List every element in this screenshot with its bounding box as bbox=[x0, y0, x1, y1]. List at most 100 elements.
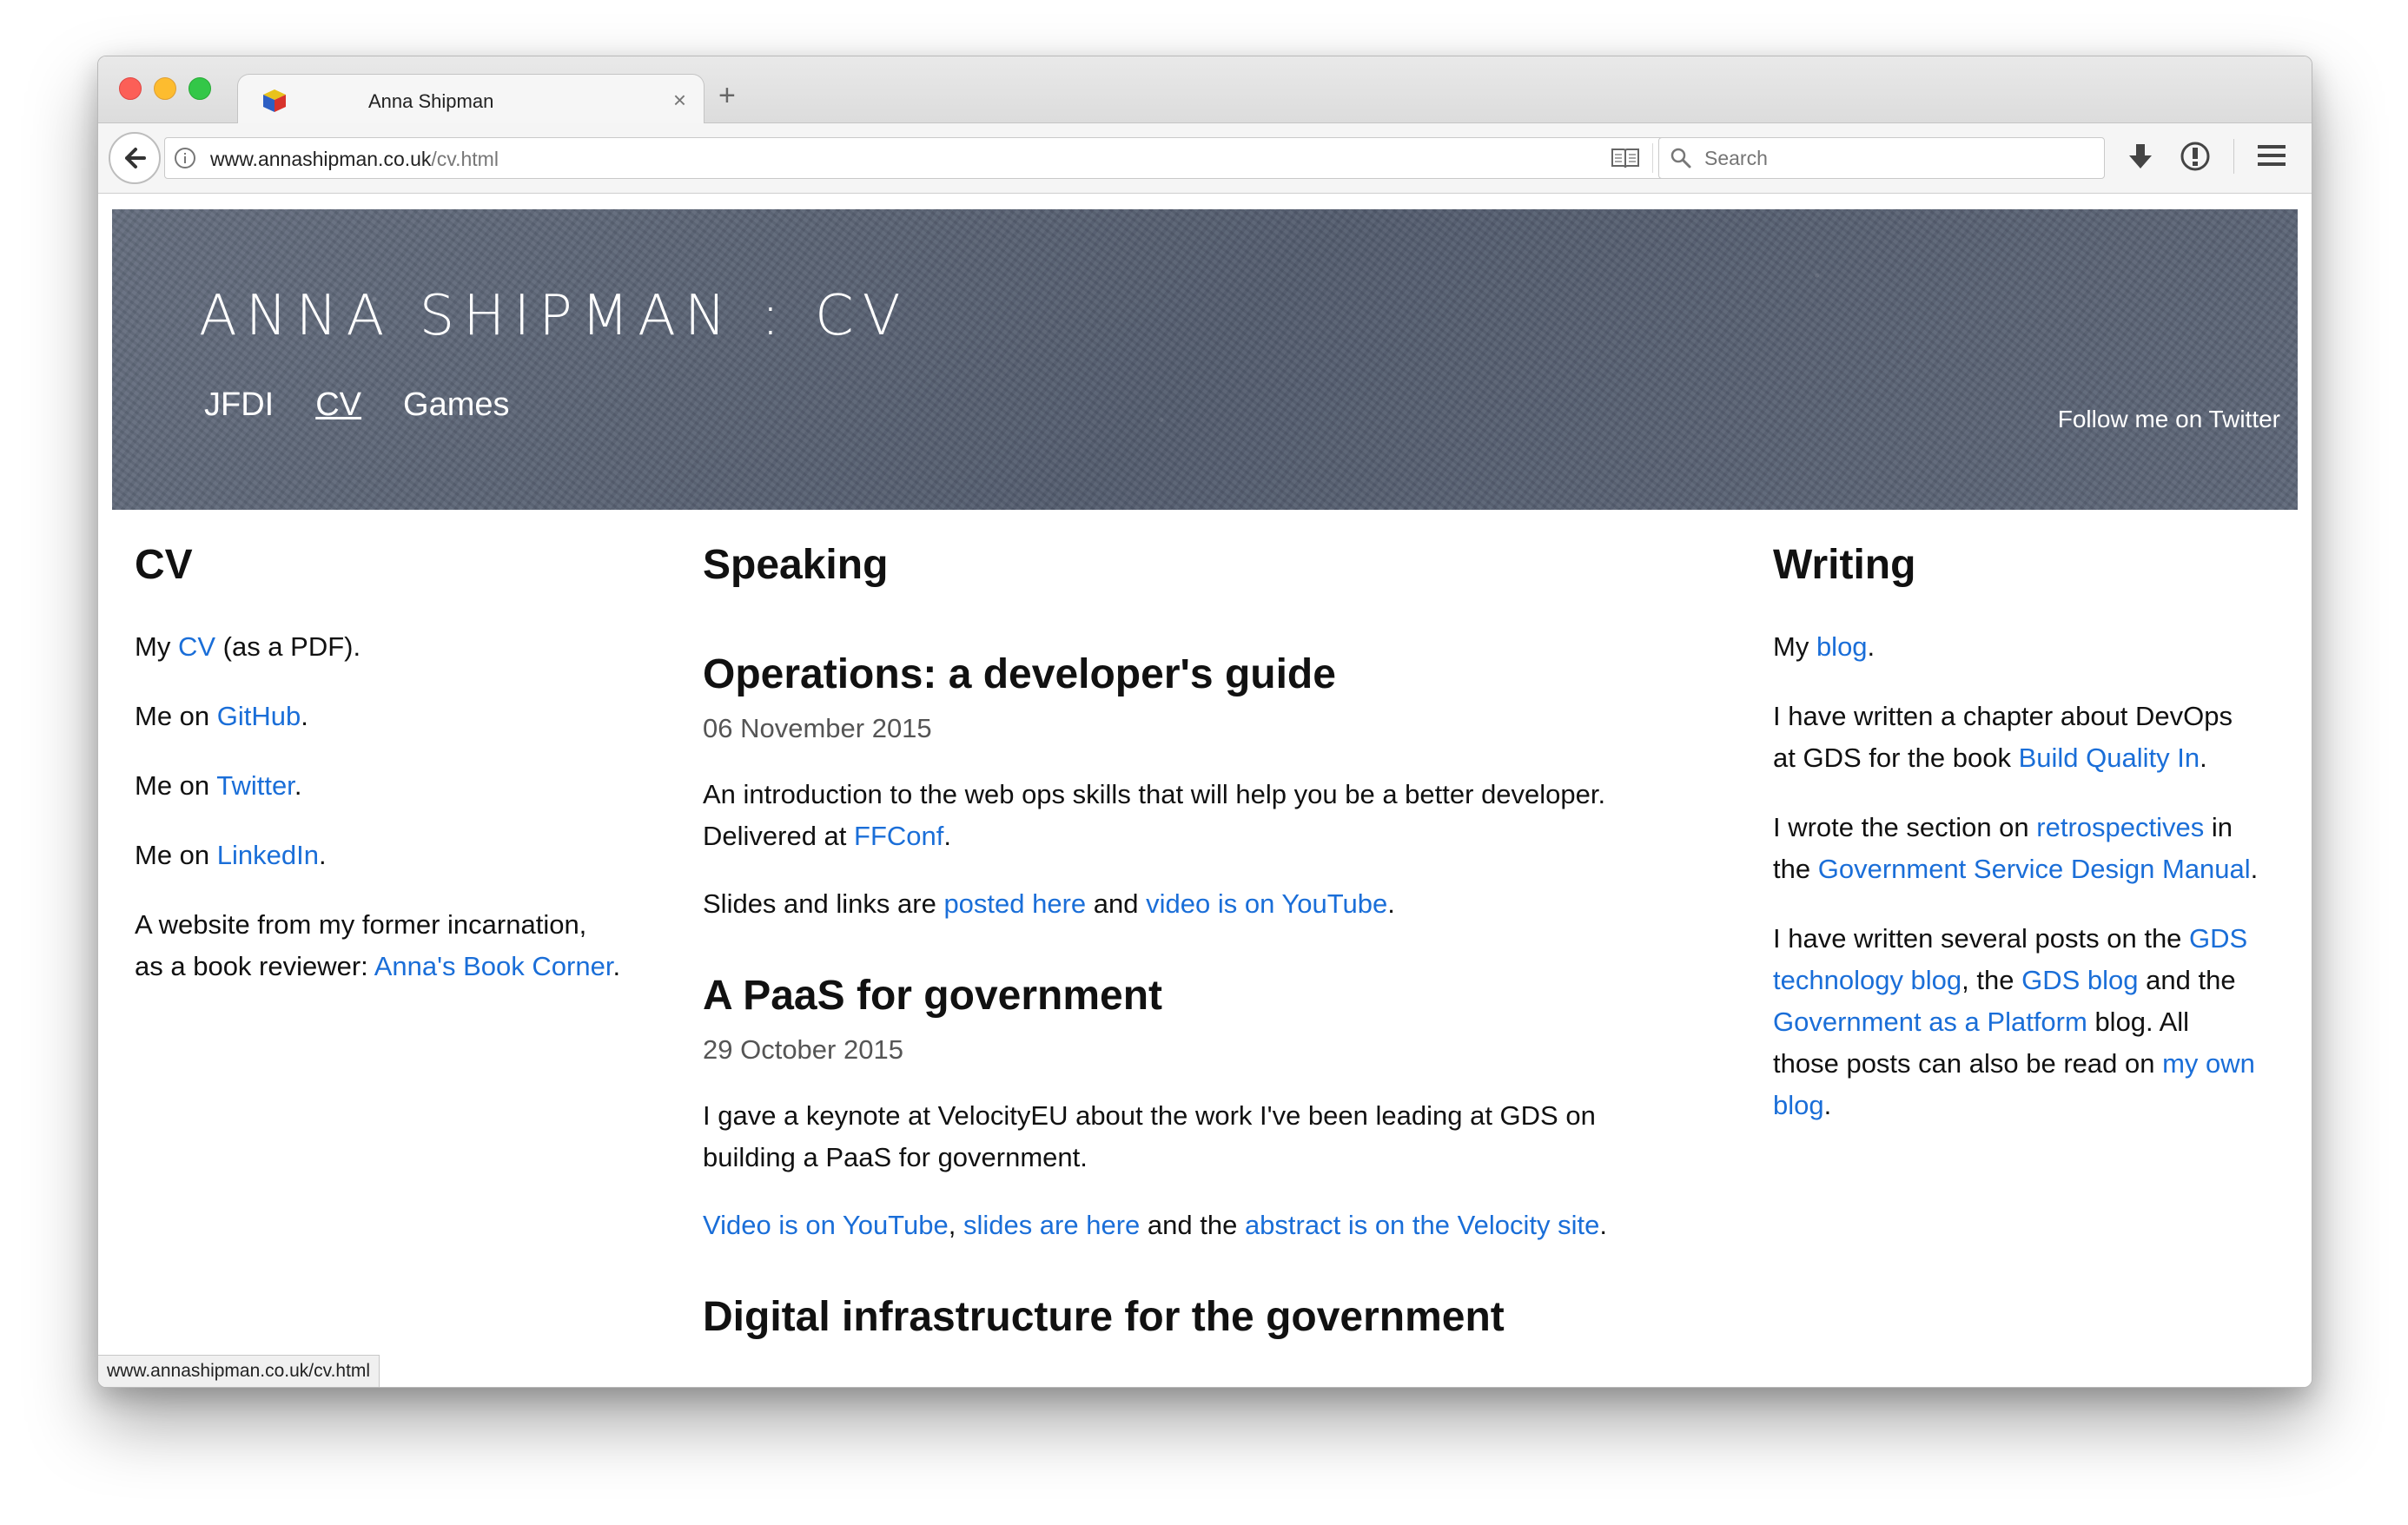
url-text[interactable]: www.annashipman.co.uk/cv.html bbox=[210, 148, 499, 171]
youtube-video-link[interactable]: Video is on YouTube bbox=[703, 1210, 949, 1240]
follow-twitter-link[interactable]: Follow me on Twitter bbox=[2058, 406, 2280, 433]
cv-pdf-link[interactable]: CV bbox=[178, 631, 215, 662]
talk-date: 29 October 2015 bbox=[703, 1034, 903, 1065]
site-nav: JFDI CV Games bbox=[204, 386, 510, 424]
cv-column: CV My CV (as a PDF). Me on GitHub. Me on… bbox=[135, 541, 621, 987]
talk-title: Operations: a developer's guide bbox=[703, 651, 1336, 697]
github-paragraph: Me on GitHub. bbox=[135, 696, 621, 737]
twitter-link[interactable]: Twitter bbox=[216, 770, 294, 801]
zoom-window-button[interactable] bbox=[189, 77, 211, 100]
text: . bbox=[1823, 1090, 1832, 1120]
search-bar[interactable] bbox=[1658, 137, 2105, 179]
talk-date: 06 November 2015 bbox=[703, 713, 932, 743]
url-path: /cv.html bbox=[431, 148, 499, 170]
blog-link[interactable]: blog bbox=[1816, 631, 1868, 662]
search-input[interactable] bbox=[1703, 140, 2088, 176]
talk-links: Video is on YouTube, slides are here and… bbox=[703, 1205, 1693, 1246]
youtube-video-link[interactable]: video is on YouTube bbox=[1146, 888, 1387, 919]
text: , the bbox=[1961, 965, 2022, 995]
blog-paragraph: My blog. bbox=[1773, 626, 2259, 668]
info-icon[interactable] bbox=[174, 147, 196, 169]
linkedin-paragraph: Me on LinkedIn. bbox=[135, 835, 621, 876]
velocity-abstract-link[interactable]: abstract is on the Velocity site bbox=[1245, 1210, 1599, 1240]
text: My bbox=[135, 631, 178, 662]
text: . bbox=[319, 840, 327, 870]
text: . bbox=[943, 821, 952, 851]
status-bar: www.annashipman.co.uk/cv.html bbox=[98, 1355, 380, 1387]
text: Slides and links are bbox=[703, 888, 944, 919]
text: Me on bbox=[135, 701, 217, 731]
talk-title: A PaaS for government bbox=[703, 973, 1163, 1019]
blog-posts-paragraph: I have written several posts on the GDS … bbox=[1773, 918, 2259, 1126]
url-divider bbox=[1652, 143, 1653, 173]
site-title: ANNA SHIPMAN : CV bbox=[199, 284, 910, 348]
text: and bbox=[1086, 888, 1147, 919]
writing-heading: Writing bbox=[1773, 542, 1916, 588]
tab-anna-shipman[interactable]: Anna Shipman × bbox=[237, 74, 705, 127]
ffconf-link[interactable]: FFConf bbox=[854, 821, 943, 851]
service-design-manual-link[interactable]: Government Service Design Manual bbox=[1818, 854, 2251, 884]
book-corner-paragraph: A website from my former incarnation, as… bbox=[135, 904, 621, 987]
text: . bbox=[294, 770, 302, 801]
build-quality-in-link[interactable]: Build Quality In bbox=[2019, 743, 2200, 773]
text: and the bbox=[2138, 965, 2236, 995]
reading-list-icon[interactable] bbox=[2180, 141, 2211, 172]
text: , bbox=[948, 1210, 963, 1240]
talk-description: An introduction to the web ops skills th… bbox=[703, 774, 1693, 857]
text: . bbox=[1599, 1210, 1607, 1240]
minimize-window-button[interactable] bbox=[154, 77, 176, 100]
navigation-bar: www.annashipman.co.uk/cv.html bbox=[98, 123, 2312, 194]
cube-favicon-icon bbox=[263, 89, 286, 112]
text: Me on bbox=[135, 770, 217, 801]
retrospectives-paragraph: I wrote the section on retrospectives in… bbox=[1773, 807, 2259, 890]
text: . bbox=[1387, 888, 1395, 919]
page-content: ANNA SHIPMAN : CV JFDI CV Games Follow m… bbox=[98, 194, 2312, 1387]
text: . bbox=[612, 951, 621, 981]
browser-window: Anna Shipman × + www.annashipman.co.uk/c… bbox=[97, 56, 2312, 1388]
arrow-left-icon bbox=[125, 148, 146, 168]
talk-links: Slides and links are posted here and vid… bbox=[703, 883, 1693, 925]
twitter-paragraph: Me on Twitter. bbox=[135, 765, 621, 807]
download-icon[interactable] bbox=[2126, 141, 2155, 172]
nav-cv[interactable]: CV bbox=[315, 386, 361, 424]
text: My bbox=[1773, 631, 1816, 662]
text: . bbox=[2250, 854, 2259, 884]
cv-pdf-paragraph: My CV (as a PDF). bbox=[135, 626, 621, 668]
tab-close-icon[interactable]: × bbox=[673, 87, 686, 114]
nav-jfdi[interactable]: JFDI bbox=[204, 386, 274, 424]
text: An introduction to the web ops skills th… bbox=[703, 779, 1606, 851]
text: I wrote the section on bbox=[1773, 812, 2037, 842]
writing-column: Writing My blog. I have written a chapte… bbox=[1773, 541, 2259, 1126]
url-host: www.annashipman.co.uk bbox=[210, 148, 432, 170]
text: and the bbox=[1140, 1210, 1245, 1240]
speaking-heading: Speaking bbox=[703, 542, 889, 588]
back-button[interactable] bbox=[109, 132, 161, 184]
book-corner-link[interactable]: Anna's Book Corner bbox=[374, 951, 613, 981]
retrospectives-link[interactable]: retrospectives bbox=[2036, 812, 2204, 842]
nav-games[interactable]: Games bbox=[403, 386, 509, 424]
talk-title: Digital infrastructure for the governmen… bbox=[703, 1294, 1505, 1340]
cv-heading: CV bbox=[135, 542, 193, 588]
new-tab-button[interactable]: + bbox=[718, 81, 736, 110]
tab-title: Anna Shipman bbox=[368, 90, 494, 112]
github-link[interactable]: GitHub bbox=[217, 701, 301, 731]
text: . bbox=[301, 701, 308, 731]
toolbar-separator bbox=[2233, 139, 2234, 174]
site-banner: ANNA SHIPMAN : CV JFDI CV Games Follow m… bbox=[112, 209, 2298, 510]
text: . bbox=[2200, 743, 2207, 773]
text: . bbox=[1867, 631, 1875, 662]
government-as-a-platform-link[interactable]: Government as a Platform bbox=[1773, 1007, 2087, 1037]
close-window-button[interactable] bbox=[119, 77, 142, 100]
hamburger-menu-icon[interactable] bbox=[2256, 142, 2287, 168]
text: (as a PDF). bbox=[215, 631, 361, 662]
gds-blog-link[interactable]: GDS blog bbox=[2021, 965, 2138, 995]
linkedin-link[interactable]: LinkedIn bbox=[217, 840, 319, 870]
posted-here-link[interactable]: posted here bbox=[943, 888, 1086, 919]
url-bar[interactable]: www.annashipman.co.uk/cv.html bbox=[164, 137, 1737, 179]
book-chapter-paragraph: I have written a chapter about DevOps at… bbox=[1773, 696, 2259, 779]
text: I have written several posts on the bbox=[1773, 923, 2190, 954]
slides-link[interactable]: slides are here bbox=[963, 1210, 1140, 1240]
search-icon bbox=[1670, 148, 1691, 168]
talk-description: I gave a keynote at VelocityEU about the… bbox=[703, 1100, 1596, 1172]
reader-view-icon[interactable] bbox=[1611, 146, 1640, 170]
